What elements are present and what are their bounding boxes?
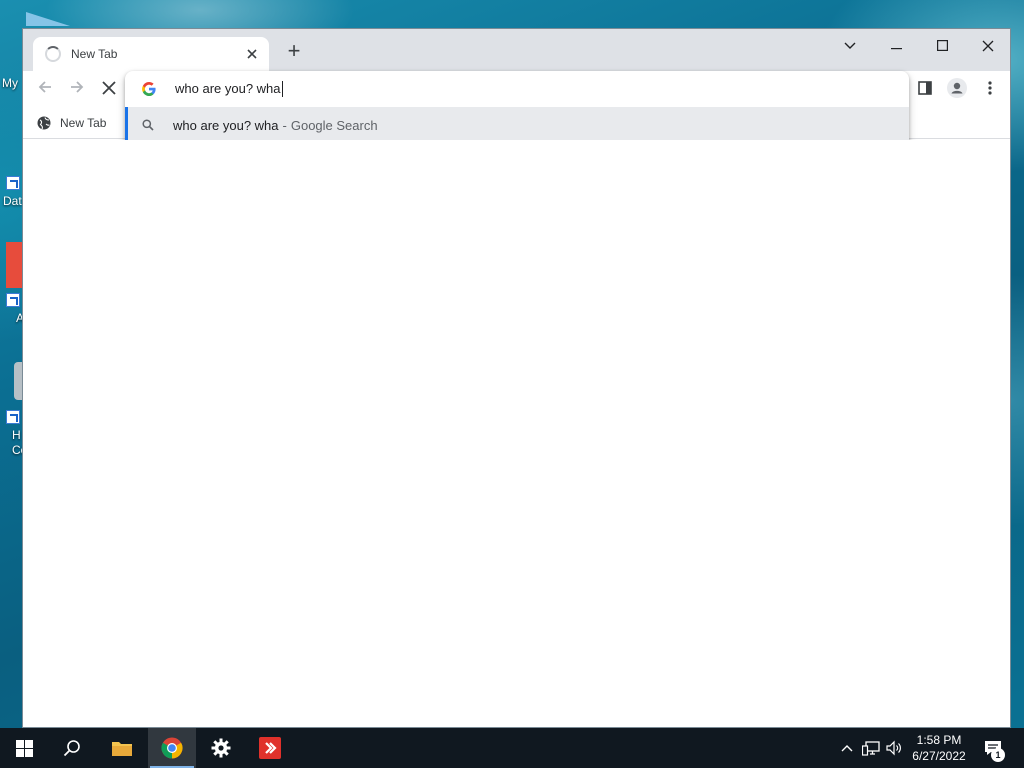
chrome-taskbar-button[interactable]: [148, 728, 196, 768]
address-input[interactable]: who are you? wha: [175, 81, 283, 98]
side-panel-button[interactable]: [913, 78, 937, 102]
avatar-icon: [947, 78, 967, 98]
chrome-icon: [161, 737, 183, 759]
search-icon: [63, 740, 80, 757]
minimize-button[interactable]: [873, 33, 919, 61]
speaker-icon: [886, 740, 901, 756]
network-button[interactable]: [860, 728, 882, 768]
suggestion-google-search[interactable]: who are you? wha - Google Search: [125, 107, 909, 143]
suggestion-separator: -: [282, 117, 287, 133]
desktop-icon-label-h: H: [12, 428, 21, 442]
start-button[interactable]: [0, 728, 48, 768]
taskbar: 1:58 PM 6/27/2022 1: [0, 728, 1024, 768]
forward-button[interactable]: [65, 78, 89, 102]
arrow-left-icon: [38, 81, 51, 93]
desktop-icon-label-my: My: [2, 76, 18, 90]
back-button[interactable]: [33, 78, 57, 102]
minimize-icon: [890, 48, 902, 50]
desktop-app-icon-gray[interactable]: [14, 362, 22, 400]
google-g-icon: [142, 82, 156, 96]
clock-time: 1:58 PM: [916, 733, 962, 747]
globe-icon: [37, 116, 51, 130]
desktop-shortcut-icon[interactable]: [6, 410, 20, 424]
volume-button[interactable]: [884, 728, 906, 768]
network-icon: [862, 741, 880, 756]
desktop-wallpaper-sail: [26, 12, 70, 26]
suggestion-source: Google Search: [290, 117, 378, 133]
maximize-icon: [936, 40, 948, 52]
desktop-shortcut-icon[interactable]: [6, 293, 20, 307]
chevron-down-icon: [844, 42, 856, 49]
new-tab-button[interactable]: +: [283, 40, 305, 63]
search-icon: [142, 119, 154, 131]
bookmark-new-tab[interactable]: New Tab: [37, 113, 106, 133]
page-content: [23, 140, 1010, 727]
more-vertical-icon: [988, 81, 992, 95]
bookmark-label: New Tab: [60, 116, 107, 130]
side-panel-icon: [918, 81, 932, 95]
file-explorer-button[interactable]: [98, 728, 146, 768]
menu-button[interactable]: [978, 78, 1002, 102]
taskbar-search-button[interactable]: [48, 728, 96, 768]
close-icon: [982, 40, 994, 52]
loading-spinner-icon: [45, 46, 61, 62]
close-window-button[interactable]: [965, 33, 1011, 61]
address-bar[interactable]: who are you? wha: [125, 71, 909, 107]
show-hidden-icons-button[interactable]: [838, 728, 856, 768]
windows-logo-icon: [15, 739, 33, 757]
gear-icon: [211, 738, 231, 758]
desktop-app-icon-red[interactable]: [6, 242, 22, 288]
stop-icon: [102, 81, 116, 95]
text-caret: [281, 81, 283, 98]
app-arrow-icon: [259, 737, 281, 759]
taskbar-clock[interactable]: 1:58 PM 6/27/2022: [904, 732, 974, 764]
profile-button[interactable]: [945, 78, 969, 102]
chevron-up-icon: [841, 745, 853, 752]
tab-search-button[interactable]: [827, 33, 873, 61]
maximize-button[interactable]: [919, 33, 965, 61]
notification-count-badge: 1: [991, 748, 1005, 762]
suggestion-text: who are you? wha: [173, 117, 279, 133]
arrow-right-icon: [71, 81, 84, 93]
tab-new-tab[interactable]: New Tab: [33, 37, 269, 71]
tab-title: New Tab: [71, 47, 118, 61]
clock-date: 6/27/2022: [912, 749, 966, 763]
address-query: who are you? wha: [175, 80, 281, 96]
red-app-taskbar-button[interactable]: [246, 728, 294, 768]
desktop-icon-label-dat: Dat: [3, 194, 22, 208]
desktop-shortcut-icon[interactable]: [6, 176, 20, 190]
tab-close-icon[interactable]: [243, 45, 261, 63]
action-center-button[interactable]: [980, 728, 1006, 768]
settings-taskbar-button[interactable]: [197, 728, 245, 768]
stop-loading-button[interactable]: [97, 78, 121, 102]
tab-strip: New Tab +: [23, 29, 1010, 71]
browser-window: New Tab + New Tab who are you? wha who a…: [22, 28, 1011, 728]
folder-icon: [112, 742, 132, 756]
